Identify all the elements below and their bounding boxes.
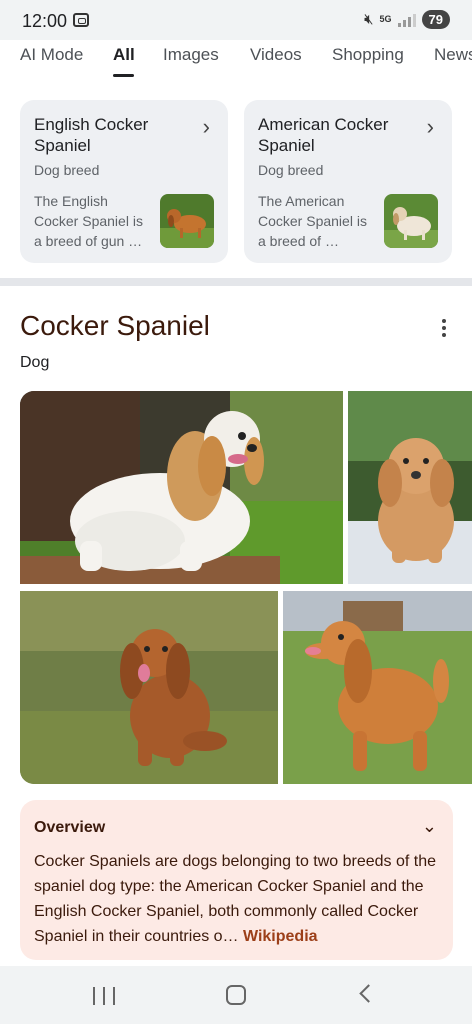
chevron-down-icon[interactable]: ⌄ [422,816,437,837]
status-time: 12:00 [22,11,68,31]
breed-card-title: English Cocker Spaniel [34,115,149,155]
breed-card-description: The English Cocker Spaniel is a breed of… [34,193,143,249]
chevron-right-icon: › [202,114,210,139]
dog-image[interactable] [20,591,278,784]
status-bar: 12:00 🔇︎ 5G 79 [0,0,472,40]
tab-shopping[interactable]: Shopping [332,45,404,65]
panel-title: Cocker Spaniel [20,310,210,341]
related-breeds: English Cocker Spaniel › Dog breed The E… [0,84,472,278]
chevron-right-icon: › [426,114,434,139]
mute-icon: 🔇︎ [364,11,374,28]
dog-image[interactable] [348,391,472,584]
more-vert-icon[interactable] [433,316,455,340]
tab-images[interactable]: Images [163,45,219,65]
back-icon[interactable] [359,984,378,1003]
search-tabs: AI Mode All Images Videos Shopping News [0,40,472,85]
wikipedia-link[interactable]: Wikipedia [243,928,318,945]
overview-text: Cocker Spaniels are dogs belonging to tw… [34,849,444,949]
recent-apps-icon[interactable] [93,987,115,1005]
network-label: 5G [379,14,392,24]
breed-card-american[interactable]: American Cocker Spaniel › Dog breed The … [244,100,452,263]
active-tab-indicator [113,74,134,77]
knowledge-panel: Cocker Spaniel Dog Overview ⌄ Cocker Spa… [0,286,472,966]
breed-card-subtitle: Dog breed [34,162,100,178]
dog-image[interactable] [20,391,343,584]
tab-news[interactable]: News [434,45,472,65]
system-nav-bar [0,966,472,1024]
breed-card-description: The American Cocker Spaniel is a breed o… [258,193,367,249]
tab-videos[interactable]: Videos [250,45,302,65]
dog-image[interactable] [283,591,472,784]
breed-thumbnail [384,194,438,248]
section-divider [0,278,472,286]
overview-body: Cocker Spaniels are dogs belonging to tw… [34,853,437,945]
status-icons: 🔇︎ 5G 79 [364,10,450,29]
tab-ai-mode[interactable]: AI Mode [20,45,83,65]
panel-subtitle: Dog [20,354,50,371]
breed-card-english[interactable]: English Cocker Spaniel › Dog breed The E… [20,100,228,263]
breed-card-subtitle: Dog breed [258,162,324,178]
breed-thumbnail [160,194,214,248]
screen-record-icon [73,13,89,27]
overview-card: Overview ⌄ Cocker Spaniels are dogs belo… [20,800,453,960]
battery-indicator: 79 [421,10,450,29]
signal-icon [397,13,416,27]
breed-card-title: American Cocker Spaniel [258,115,389,155]
tab-all[interactable]: All [113,45,135,65]
home-icon[interactable] [226,985,246,1005]
overview-title: Overview [34,819,106,836]
